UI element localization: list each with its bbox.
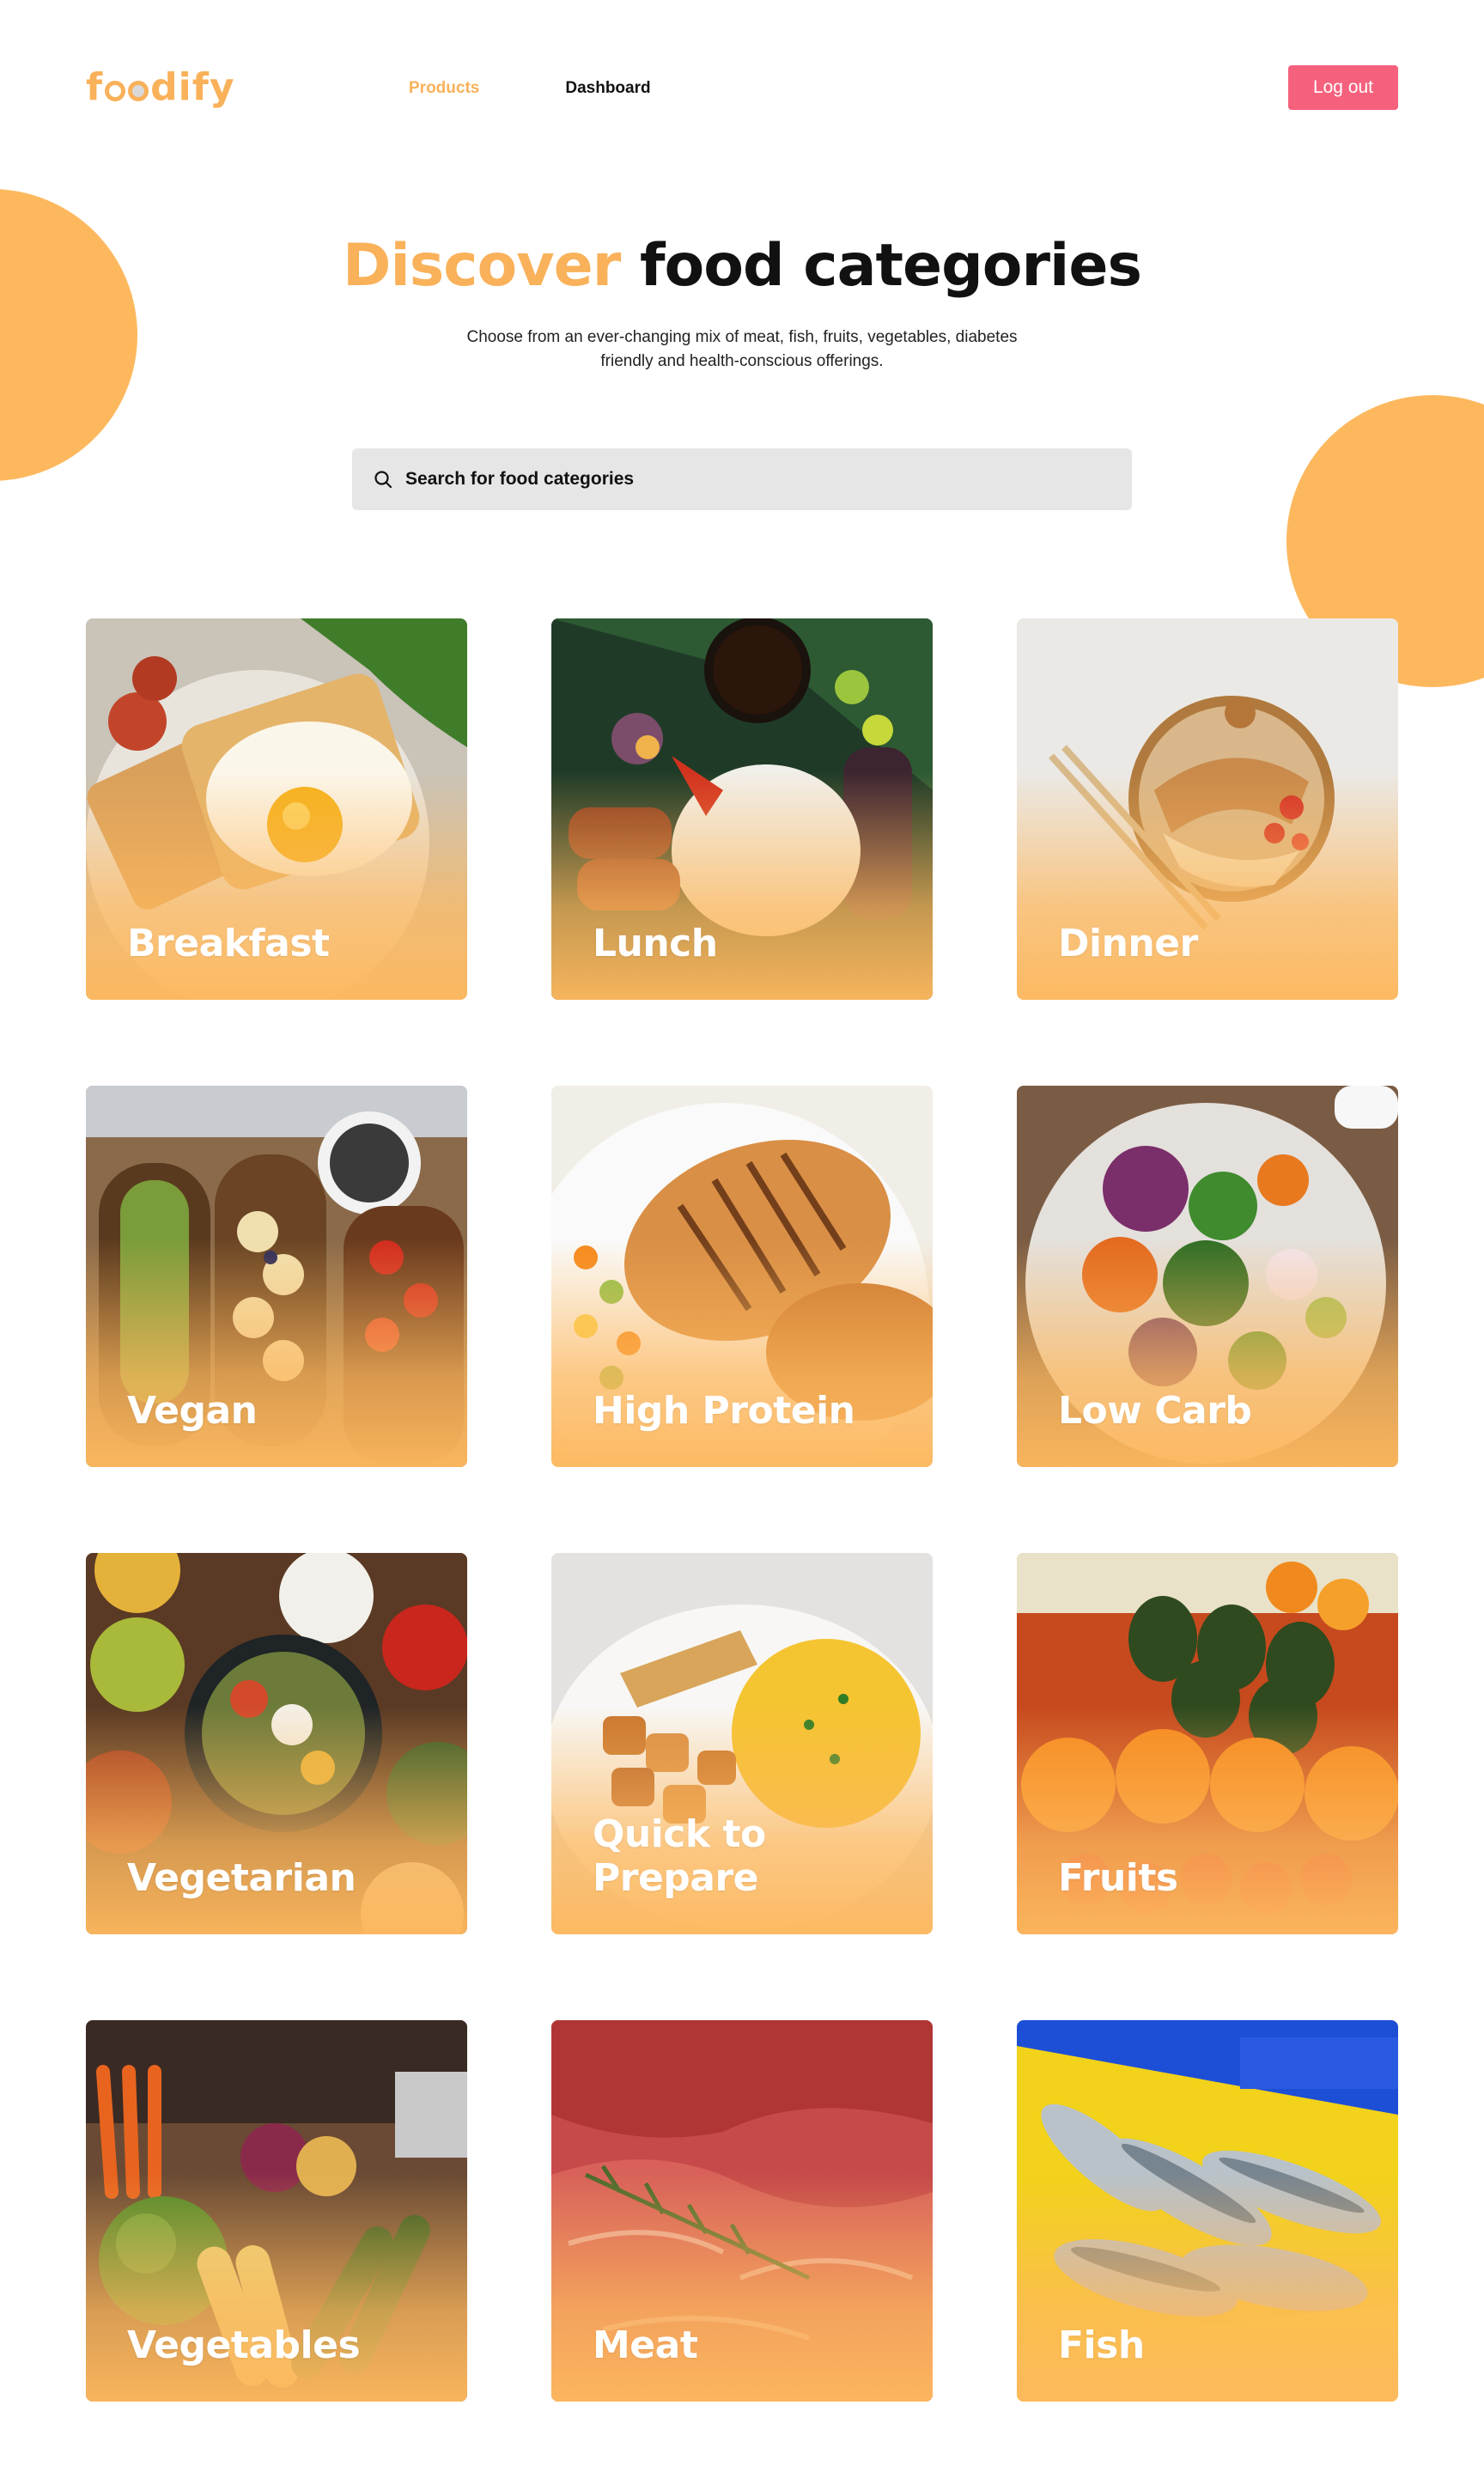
category-card-low-carb[interactable]: Low Carb: [1017, 1086, 1398, 1467]
category-label: Vegetarian: [127, 1856, 356, 1900]
category-label: Dinner: [1058, 922, 1198, 965]
nav-dashboard-link[interactable]: Dashboard: [565, 79, 650, 98]
category-grid: Breakfast Lunch Dinner Vegan High Protei…: [86, 618, 1398, 2402]
category-label: Low Carb: [1058, 1389, 1252, 1433]
category-label: Vegetables: [127, 2323, 361, 2367]
logo-letters-dify: dify: [150, 65, 235, 109]
category-card-lunch[interactable]: Lunch: [551, 618, 933, 1000]
logo-letter-f: f: [86, 65, 104, 109]
category-card-meat[interactable]: Meat: [551, 2020, 933, 2402]
category-card-high-protein[interactable]: High Protein: [551, 1086, 933, 1467]
category-label: High Protein: [593, 1389, 855, 1433]
hero: Discover food categories Choose from an …: [0, 232, 1484, 374]
main-nav: Products Dashboard: [409, 79, 651, 98]
search-bar[interactable]: [352, 448, 1132, 510]
foodify-logo[interactable]: f dify: [86, 65, 235, 109]
category-label: Meat: [593, 2323, 698, 2367]
nav-products-link[interactable]: Products: [409, 79, 479, 98]
category-card-fish[interactable]: Fish: [1017, 2020, 1398, 2402]
category-label: Fish: [1058, 2323, 1145, 2367]
category-card-fruits[interactable]: Fruits: [1017, 1553, 1398, 1934]
search-icon: [374, 471, 392, 489]
category-card-vegetarian[interactable]: Vegetarian: [86, 1553, 467, 1934]
search-input[interactable]: [405, 469, 1092, 490]
logout-button[interactable]: Log out: [1288, 65, 1398, 110]
category-card-breakfast[interactable]: Breakfast: [86, 618, 467, 1000]
logo-eyes-icon: [105, 77, 149, 101]
category-card-dinner[interactable]: Dinner: [1017, 618, 1398, 1000]
category-label: Vegan: [127, 1389, 258, 1433]
header: f dify Products Dashboard Log out: [0, 0, 1484, 180]
page: f dify Products Dashboard Log out Discov…: [0, 0, 1484, 2472]
title-accent: Discover: [343, 232, 621, 300]
category-card-vegetables[interactable]: Vegetables: [86, 2020, 467, 2402]
category-label: Lunch: [593, 922, 718, 965]
title-rest: food categories: [639, 232, 1142, 300]
category-label: Breakfast: [127, 922, 330, 965]
category-card-vegan[interactable]: Vegan: [86, 1086, 467, 1467]
category-card-quick-to-prepare[interactable]: Quick to Prepare: [551, 1553, 933, 1934]
category-label: Fruits: [1058, 1856, 1178, 1900]
page-subtitle: Choose from an ever-changing mix of meat…: [466, 328, 1018, 370]
category-label: Quick to Prepare: [593, 1812, 766, 1900]
page-title: Discover food categories: [0, 232, 1484, 300]
